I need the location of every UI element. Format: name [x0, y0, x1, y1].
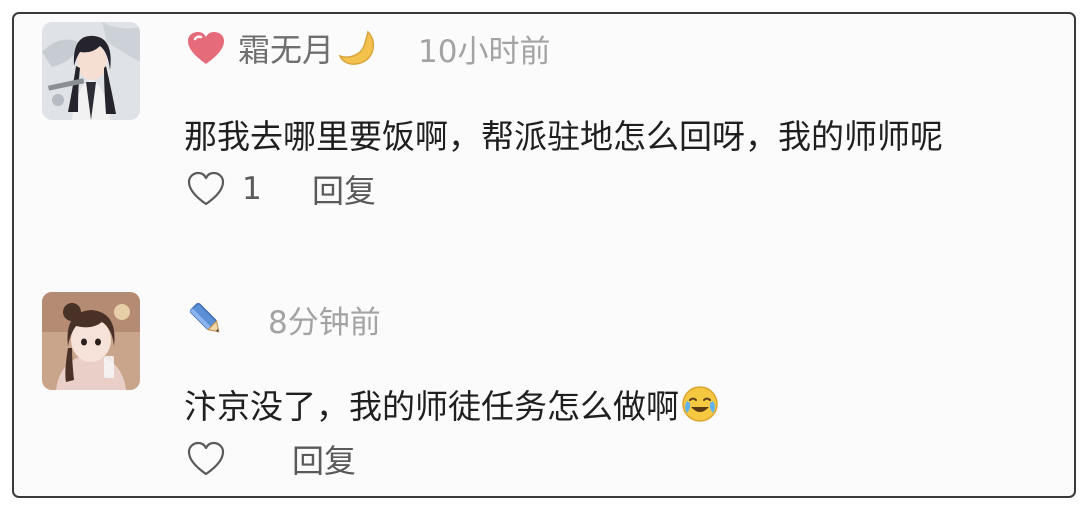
like-heart-icon[interactable] [186, 440, 226, 478]
comment-text-body: 汴京没了，我的师徒任务怎么做啊 [184, 387, 679, 426]
avatar[interactable] [42, 292, 140, 390]
pencil-icon [184, 297, 228, 341]
reply-button[interactable]: 回复 [312, 166, 376, 212]
crying-laughing-emoji-icon [681, 385, 719, 423]
comment-panel: 霜无月 10小时前 那我去哪里要饭啊，帮派驻地怎么回呀，我的师师呢 1 回复 8… [12, 12, 1076, 498]
comment-actions: 回复 [186, 436, 356, 482]
username[interactable]: 霜无月 [238, 25, 334, 71]
timestamp: 10小时前 [418, 33, 551, 70]
timestamp: 8分钟前 [268, 304, 381, 341]
comment-text-body: 那我去哪里要饭啊，帮派驻地怎么回呀，我的师师呢 [184, 117, 943, 156]
like-count: 1 [242, 171, 262, 207]
reply-button[interactable]: 回复 [292, 436, 356, 482]
like-heart-icon[interactable] [186, 170, 226, 208]
heart-icon [184, 26, 228, 70]
avatar[interactable] [42, 22, 140, 120]
comment-text: 那我去哪里要饭啊，帮派驻地怎么回呀，我的师师呢 [184, 110, 943, 158]
comment-text: 汴京没了，我的师徒任务怎么做啊 [184, 380, 719, 428]
comment-header: 霜无月 10小时前 [184, 26, 550, 70]
comment-header: 8分钟前 [184, 297, 381, 341]
comment-actions: 1 回复 [186, 166, 376, 212]
crescent-moon-icon [338, 28, 378, 68]
